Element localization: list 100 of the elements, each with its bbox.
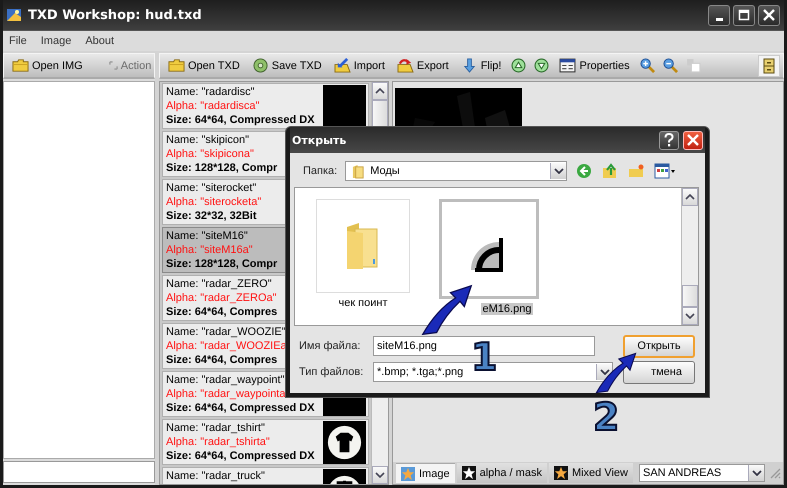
texture-alpha: Alpha: "siterocketa" — [166, 195, 262, 209]
toolbar-button[interactable]: Save TXD — [246, 56, 327, 75]
file-label: eM16.png — [480, 303, 534, 315]
scroll-up-icon — [685, 194, 695, 200]
minimize-button[interactable] — [708, 4, 730, 26]
toolbar-button[interactable]: Properties — [554, 56, 635, 75]
close-icon — [687, 134, 699, 146]
folder-icon — [352, 164, 366, 178]
help-button[interactable] — [659, 130, 679, 150]
folder-dropdown[interactable]: Моды — [345, 161, 568, 181]
folder-label: Папка: — [302, 165, 338, 177]
texture-size: Size: 64*64, Compres — [166, 353, 278, 367]
view-tab[interactable]: alpha / mask — [456, 463, 547, 483]
close-button[interactable] — [758, 4, 780, 26]
folder-up-icon — [602, 163, 618, 179]
view-icon — [654, 163, 676, 179]
star-icon — [554, 466, 568, 480]
menu-item[interactable]: About — [85, 35, 114, 47]
file-tile[interactable] — [316, 199, 410, 293]
back-button[interactable] — [575, 163, 594, 179]
corners-icon — [108, 61, 118, 70]
question-mark-icon — [663, 133, 675, 147]
cabinet-button[interactable] — [758, 54, 780, 76]
toolbar-button[interactable]: Open IMG — [7, 56, 88, 75]
maximize-button[interactable] — [733, 4, 755, 26]
texture-name: Name: "siteM16" — [166, 229, 249, 243]
texture-alpha: Alpha: "siteM16a" — [166, 243, 254, 257]
texture-alpha: Alpha: "radar_tshirta" — [166, 435, 271, 449]
texture-name: Name: "radar_truck" — [166, 469, 265, 483]
view-tab[interactable]: Mixed View — [548, 463, 633, 483]
dialog-title: Открыть — [291, 134, 346, 146]
texture-name: Name: "radar_tshirt" — [166, 421, 266, 435]
star-icon — [401, 466, 415, 480]
cancel-button[interactable]: тмена — [623, 360, 695, 384]
texture-thumbnail — [323, 421, 366, 464]
texture-size: Size: 64*64, Compres — [166, 305, 278, 319]
texture-size: Size: 128*128, Compr — [166, 257, 278, 271]
texture-size: Size: 32*32, 32Bit — [166, 209, 258, 223]
texture-alpha: Alpha: "radar_waypointa — [166, 387, 286, 401]
chevron-down-icon — [554, 168, 564, 174]
scrollbar[interactable] — [681, 188, 698, 325]
toolbar-button[interactable]: Export — [392, 56, 454, 75]
zoom-in-icon — [638, 58, 656, 73]
texture-alpha: Alpha: "radar_ZEROa" — [166, 291, 278, 305]
texture-item[interactable]: Name: "radar_truck" — [162, 467, 369, 484]
texture-size: Size: 64*64, Compressed DX — [166, 401, 315, 415]
resize-grip-icon[interactable] — [769, 467, 781, 479]
texture-name: Name: "skipicon" — [166, 133, 250, 147]
game-dropdown[interactable]: SAN ANDREAS — [639, 464, 765, 482]
toolbar-button[interactable]: Open TXD — [163, 56, 245, 75]
scroll-thumb[interactable] — [682, 285, 698, 307]
callout-arrow — [595, 352, 637, 394]
texture-name: Name: "radar_WOOZIE" — [166, 325, 287, 339]
texture-size: Size: 64*64, Compressed DX — [166, 449, 315, 463]
toolbar-button[interactable]: Import — [328, 56, 390, 75]
close-button[interactable] — [683, 130, 703, 150]
file-name-label: Имя файла: — [298, 340, 362, 352]
disc-icon — [252, 58, 269, 73]
texture-name: Name: "siterocket" — [166, 181, 258, 195]
view-tab[interactable]: Image — [396, 463, 455, 483]
texture-alpha: Alpha: "radar_WOOZIEa — [166, 339, 287, 353]
app-icon — [6, 7, 22, 23]
chevron-down-icon — [752, 470, 762, 476]
new-folder-button[interactable] — [627, 163, 646, 179]
file-tile[interactable] — [439, 199, 539, 299]
chevron-down-icon — [600, 369, 610, 375]
move-down-icon — [533, 58, 550, 73]
search-field[interactable] — [3, 461, 155, 483]
scroll-down-icon — [685, 313, 695, 319]
open-button[interactable]: Открыть — [623, 334, 695, 358]
texture-name: Name: "radar_ZERO" — [166, 277, 273, 291]
star-icon — [462, 466, 476, 480]
folder-icon — [12, 58, 29, 73]
new-folder-icon — [628, 163, 644, 179]
export-icon — [396, 58, 414, 73]
cabinet-icon — [763, 58, 775, 74]
texture-name: Name: "radardisc" — [166, 85, 256, 99]
texture-item[interactable]: Name: "radar_tshirt" Alpha: "radar_tshirta" Size: 64*64, Compressed DX — [162, 419, 369, 465]
window-icon — [559, 58, 576, 73]
view-menu-button[interactable] — [653, 163, 678, 179]
toolbar-button[interactable]: Flip! — [456, 56, 506, 75]
folder-icon — [168, 58, 185, 73]
menu-item[interactable]: Image — [40, 35, 72, 47]
maximize-icon — [738, 9, 750, 21]
texture-alpha: Alpha: "skipicona" — [166, 147, 255, 161]
close-icon — [763, 9, 775, 21]
texture-item[interactable]: Name: "radardisc" Alpha: "radardisca" Size: 64*64, Compressed DX — [162, 83, 369, 129]
callout-arrow — [421, 284, 473, 336]
zoom-out-icon — [662, 58, 679, 73]
menu-item[interactable]: File — [9, 35, 27, 47]
scroll-down-icon — [375, 472, 385, 478]
import-icon — [334, 58, 351, 73]
window-title: TXD Workshop: hud.txd — [28, 8, 202, 22]
squares-icon — [684, 58, 702, 73]
scroll-up-icon — [375, 88, 385, 94]
texture-alpha: Alpha: "radardisca" — [166, 99, 260, 113]
move-up-icon — [510, 58, 528, 73]
texture-size: Size: 64*64, Compressed DX — [166, 113, 315, 127]
step-number: 2 — [593, 398, 620, 436]
texture-thumbnail — [323, 85, 366, 128]
